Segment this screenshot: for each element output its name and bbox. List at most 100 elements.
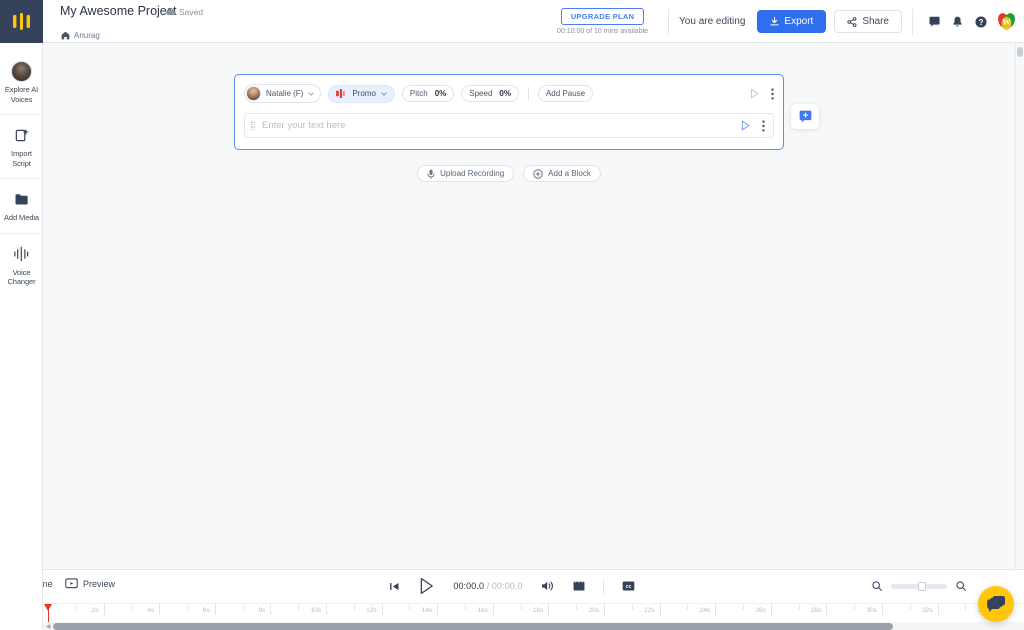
app-logo[interactable] xyxy=(0,0,43,43)
sidebar-item-label: Import Script xyxy=(11,149,32,168)
breadcrumb[interactable]: Anurag xyxy=(61,31,100,40)
add-block-label: Add a Block xyxy=(548,169,591,178)
ruler-tick-major xyxy=(770,604,772,615)
ruler-tick-label: 2s xyxy=(91,607,99,614)
scrollbar-thumb[interactable] xyxy=(53,622,893,630)
upgrade-plan-group: UPGRADE PLAN 00:10:00 of 10 mins availab… xyxy=(557,8,658,35)
export-button[interactable]: Export xyxy=(757,10,827,33)
zoom-controls xyxy=(872,581,966,591)
scroll-left-icon[interactable]: ◀ xyxy=(43,623,53,630)
speechify-logo-icon xyxy=(13,13,30,30)
zoom-slider-knob[interactable] xyxy=(917,581,926,591)
canvas-scrollbar[interactable] xyxy=(1015,43,1024,569)
page-title[interactable]: My Awesome Project xyxy=(60,4,176,18)
zoom-out-icon[interactable] xyxy=(872,581,882,591)
top-bar-actions: UPGRADE PLAN 00:10:00 of 10 mins availab… xyxy=(557,0,1016,43)
sidebar-item-voice-changer[interactable]: Voice Changer xyxy=(0,232,43,297)
skip-to-start-icon xyxy=(390,582,399,590)
snapshot-button[interactable] xyxy=(573,580,585,592)
ruler-tick-major xyxy=(159,604,161,615)
share-button[interactable]: Share xyxy=(834,10,902,33)
play-button[interactable] xyxy=(418,577,435,595)
text-play-button[interactable] xyxy=(740,120,751,131)
share-label: Share xyxy=(862,16,889,27)
ruler-tick-minor xyxy=(909,605,911,610)
comment-add-icon xyxy=(799,110,811,123)
voice-name-label: Natalie (F) xyxy=(266,89,304,98)
script-text-row xyxy=(244,113,774,138)
ruler-tick-label: 6s xyxy=(202,607,210,614)
script-block: Natalie (F) Promo Pitch 0% Speed 0% Add … xyxy=(234,74,784,150)
ruler-tick-major xyxy=(270,604,272,615)
bottom-bar: Timeline Preview 00:00.0 / xyxy=(0,569,1024,630)
chat-widget-button[interactable] xyxy=(978,586,1014,622)
captions-button[interactable]: cc xyxy=(622,581,635,591)
bell-notification-icon[interactable] xyxy=(946,16,969,28)
sidebar-item-import-script[interactable]: Import Script xyxy=(0,114,43,178)
timecode: 00:00.0 / 00:00.0 xyxy=(453,581,522,591)
style-selector[interactable]: Promo xyxy=(328,84,395,103)
divider xyxy=(527,87,529,100)
scrollbar-thumb[interactable] xyxy=(1017,47,1023,57)
zoom-slider[interactable] xyxy=(891,581,947,591)
ruler-tick-major xyxy=(604,604,605,615)
ruler-tick-major xyxy=(103,604,105,615)
playback-bar: Timeline Preview 00:00.0 / xyxy=(0,570,1024,603)
drag-grip-icon[interactable] xyxy=(251,121,255,130)
sidebar-item-label: Add Media xyxy=(4,213,39,222)
quota-text: 00:10:00 of 10 mins available xyxy=(556,28,649,35)
ruler-tick-minor xyxy=(75,605,77,610)
add-media-icon xyxy=(2,188,41,210)
voice-selector[interactable]: Natalie (F) xyxy=(244,84,322,103)
download-icon xyxy=(770,17,780,26)
home-icon xyxy=(61,31,70,40)
transport-controls: 00:00.0 / 00:00.0 cc xyxy=(0,577,1024,595)
feedback-icon[interactable] xyxy=(923,16,946,27)
add-block-button[interactable]: Add a Block xyxy=(523,165,601,182)
speed-control[interactable]: Speed 0% xyxy=(461,85,519,102)
pitch-value: 0% xyxy=(434,89,447,98)
add-comment-button[interactable] xyxy=(791,104,819,129)
volume-button[interactable] xyxy=(541,580,555,592)
export-label: Export xyxy=(784,16,814,27)
block-row-actions xyxy=(749,87,774,100)
svg-text:W: W xyxy=(1002,17,1011,27)
avatar[interactable]: W xyxy=(997,12,1016,31)
ruler-tick-label: 12s xyxy=(366,607,377,614)
upgrade-plan-button[interactable]: UPGRADE PLAN xyxy=(560,8,645,25)
zoom-in-icon[interactable] xyxy=(956,581,966,591)
sidebar-items: Explore AI Voices Import Script Add Medi… xyxy=(0,43,43,297)
text-more-button[interactable] xyxy=(762,119,765,132)
ruler-tick-minor xyxy=(298,605,300,610)
block-play-button[interactable] xyxy=(749,88,760,99)
upload-recording-button[interactable]: Upload Recording xyxy=(417,165,515,182)
divider xyxy=(912,8,913,35)
captions-cc-icon: cc xyxy=(622,581,634,591)
block-more-button[interactable] xyxy=(771,87,774,100)
pitch-control[interactable]: Pitch 0% xyxy=(401,85,455,102)
timeline-ruler[interactable]: 2s 4s 6s 8s 10s 12s 14s 16s 18s 20s 22s 24s 26s 28s 30… xyxy=(0,603,1024,624)
total-time: 00:00.0 xyxy=(491,581,523,591)
voice-thumbnail-icon xyxy=(246,86,261,101)
ruler-tick-minor xyxy=(965,605,967,610)
more-vertical-icon xyxy=(762,119,765,132)
chat-bubble-icon xyxy=(987,595,1006,612)
ruler-tick-major xyxy=(437,604,439,615)
script-text-input[interactable] xyxy=(262,120,740,131)
ruler-tick-major xyxy=(548,604,550,615)
skip-to-start-button[interactable] xyxy=(389,581,400,592)
timeline-scrollbar[interactable]: ◀ xyxy=(43,622,1024,630)
ruler-tick-label: 14s xyxy=(421,607,433,614)
sidebar-item-explore-ai-voices[interactable]: Explore AI Voices xyxy=(0,51,43,114)
sidebar-item-add-media[interactable]: Add Media xyxy=(0,178,43,233)
ruler-tick-major xyxy=(492,604,494,615)
upload-recording-label: Upload Recording xyxy=(440,169,505,178)
add-pause-button[interactable]: Add Pause xyxy=(537,85,594,102)
ruler-tick-major xyxy=(826,604,828,615)
app-root: Explore AI Voices Import Script Add Medi… xyxy=(0,0,1024,630)
help-circle-icon[interactable]: ? xyxy=(969,15,993,28)
ruler-tick-label: 10s xyxy=(310,607,321,614)
ruler-tick-label: 22s xyxy=(644,607,655,614)
microphone-icon xyxy=(427,169,435,179)
ruler-tick-label: 24s xyxy=(699,607,711,614)
